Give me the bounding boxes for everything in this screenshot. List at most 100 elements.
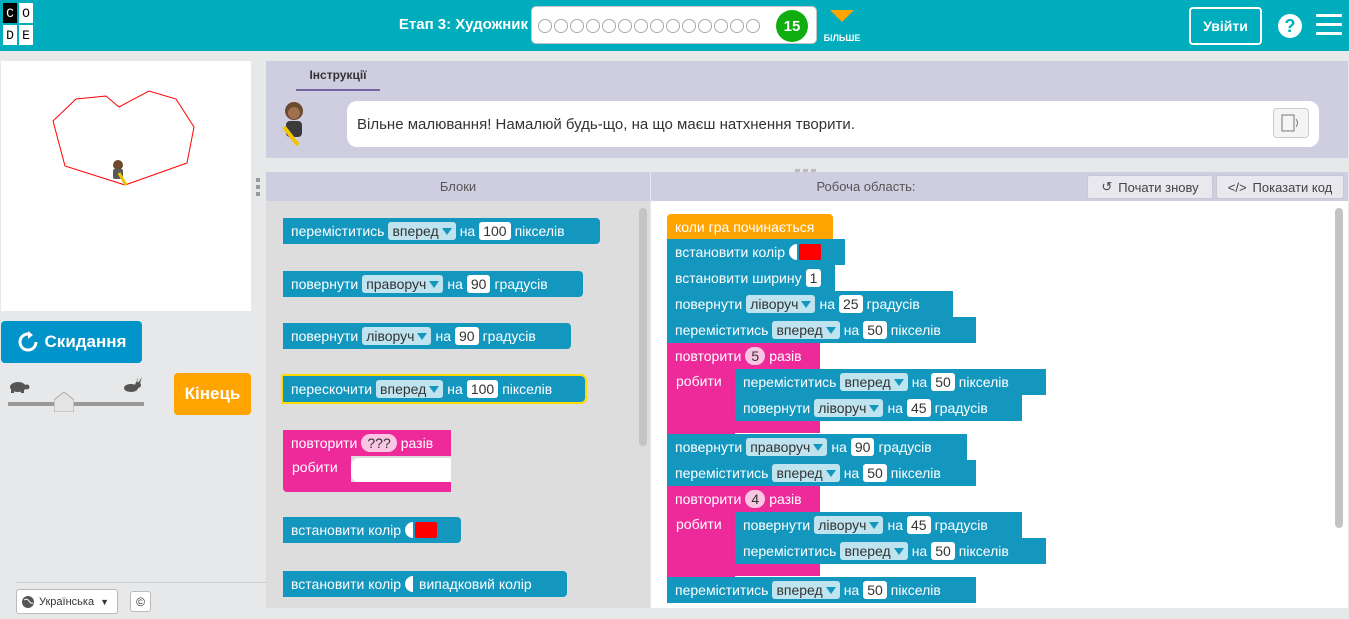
repeat-header[interactable]: повторити ??? разів <box>283 430 451 456</box>
level-dot[interactable] <box>650 19 664 33</box>
restart-button[interactable]: ↺ Почати знову <box>1087 175 1213 199</box>
color-swatch[interactable] <box>799 244 822 260</box>
show-code-button[interactable]: </> Показати код <box>1216 175 1344 199</box>
direction-dropdown[interactable]: вперед <box>388 222 456 240</box>
move-block[interactable]: переміститись вперед на 50 пікселів <box>667 577 976 603</box>
distance-field[interactable]: 100 <box>466 380 499 398</box>
direction-dropdown[interactable]: вперед <box>376 380 444 398</box>
level-progress-bar: 15 <box>531 6 817 44</box>
toolbox-set-random-color-block[interactable]: встановити колір випадковий колір <box>283 571 567 597</box>
angle-field[interactable]: 90 <box>455 327 479 345</box>
toolbox-set-color-block[interactable]: встановити колір <box>283 517 461 543</box>
turn-block[interactable]: повернути ліворуч на 25 градусів <box>667 291 953 317</box>
direction-dropdown[interactable]: вперед <box>772 464 840 482</box>
level-dot[interactable] <box>730 19 744 33</box>
distance-field[interactable]: 100 <box>479 222 511 240</box>
speed-slider-track[interactable] <box>8 402 144 406</box>
copyright-button[interactable]: © <box>130 591 151 612</box>
toolbox-jump-block[interactable]: перескочити вперед на 100 пікселів <box>281 374 587 404</box>
distance-field[interactable]: 50 <box>863 464 887 482</box>
direction-dropdown[interactable]: вперед <box>772 581 840 599</box>
block-text: градусів <box>878 439 932 455</box>
logo-letter: D <box>3 25 17 45</box>
repeat-count-field[interactable]: ??? <box>361 434 397 452</box>
level-dot[interactable] <box>586 19 600 33</box>
distance-field[interactable]: 50 <box>863 581 887 599</box>
block-text: на <box>459 223 476 239</box>
repeat-count-field[interactable]: 5 <box>745 347 766 365</box>
panel-resize-grip[interactable] <box>256 176 260 196</box>
turn-block[interactable]: повернути ліворуч на 45 градусів <box>735 512 1022 538</box>
turn-block[interactable]: повернути ліворуч на 45 градусів <box>735 395 1022 421</box>
block-text: на <box>887 400 903 416</box>
level-dot[interactable] <box>538 19 552 33</box>
finish-button[interactable]: Кінець <box>174 373 251 415</box>
logo-spacer <box>35 25 49 45</box>
level-dot[interactable] <box>634 19 648 33</box>
speed-slider-thumb[interactable] <box>53 391 75 413</box>
toolbox-move-block[interactable]: переміститись вперед на 100 пікселів <box>283 218 600 244</box>
toolbox-turn-right-block[interactable]: повернути праворуч на 90 градусів <box>283 271 583 297</box>
direction-dropdown[interactable]: ліворуч <box>362 327 432 345</box>
angle-field[interactable]: 90 <box>466 275 491 293</box>
level-dot[interactable] <box>554 19 568 33</box>
block-text: на <box>831 439 847 455</box>
direction-dropdown[interactable]: вперед <box>840 373 908 391</box>
level-dot[interactable] <box>602 19 616 33</box>
repeat-header[interactable]: повторити 4 разів <box>667 486 820 512</box>
direction-dropdown[interactable]: ліворуч <box>814 516 884 534</box>
level-dot[interactable] <box>570 19 584 33</box>
angle-field[interactable]: 45 <box>907 516 931 534</box>
code-org-logo[interactable]: C O D E <box>3 3 49 47</box>
turn-block[interactable]: повернути праворуч на 90 градусів <box>667 434 967 460</box>
set-width-block[interactable]: встановити ширину 1 <box>667 265 835 291</box>
angle-field[interactable]: 90 <box>850 438 875 456</box>
direction-dropdown[interactable]: вперед <box>840 542 908 560</box>
resize-handle[interactable] <box>795 161 817 173</box>
language-select[interactable]: Українська ▼ <box>16 589 118 614</box>
direction-dropdown[interactable]: праворуч <box>746 438 828 456</box>
distance-field[interactable]: 50 <box>931 542 955 560</box>
text-to-speech-button[interactable] <box>1273 108 1309 138</box>
block-text: перескочити <box>291 381 373 397</box>
hamburger-menu-icon[interactable] <box>1316 14 1342 36</box>
angle-field[interactable]: 25 <box>839 295 863 313</box>
move-block[interactable]: переміститись вперед на 50 пікселів <box>667 460 976 486</box>
when-run-block[interactable]: коли гра починається <box>667 214 833 240</box>
more-label[interactable]: БІЛЬШЕ <box>818 33 866 43</box>
level-dot[interactable] <box>746 19 760 33</box>
direction-dropdown[interactable]: ліворуч <box>814 399 884 417</box>
level-dot[interactable] <box>682 19 696 33</box>
reset-label: Скидання <box>44 332 127 351</box>
move-block[interactable]: переміститись вперед на 50 пікселів <box>735 369 1046 395</box>
more-arrow-icon[interactable] <box>830 10 854 22</box>
current-level-bubble[interactable]: 15 <box>776 10 808 42</box>
direction-dropdown[interactable]: праворуч <box>362 275 444 293</box>
level-dot[interactable] <box>698 19 712 33</box>
level-dot[interactable] <box>666 19 680 33</box>
width-field[interactable]: 1 <box>805 269 822 287</box>
help-icon[interactable]: ? <box>1278 14 1302 38</box>
level-dot[interactable] <box>714 19 728 33</box>
tab-instructions[interactable]: Інструкції <box>296 61 380 91</box>
level-dot[interactable] <box>618 19 632 33</box>
repeat-count-field[interactable]: 4 <box>745 490 766 508</box>
distance-field[interactable]: 50 <box>863 321 887 339</box>
signin-button[interactable]: Увійти <box>1189 7 1262 45</box>
workspace-scrollbar[interactable] <box>1335 208 1343 528</box>
toolbox-turn-left-block[interactable]: повернути ліворуч на 90 градусів <box>283 323 571 349</box>
set-color-block[interactable]: встановити колір <box>667 239 845 265</box>
toolbox-scrollbar[interactable] <box>639 208 647 446</box>
logo-spacer <box>35 3 49 23</box>
color-swatch[interactable] <box>415 522 438 538</box>
direction-dropdown[interactable]: вперед <box>772 321 840 339</box>
distance-field[interactable]: 50 <box>931 373 955 391</box>
angle-field[interactable]: 45 <box>907 399 931 417</box>
direction-dropdown[interactable]: ліворуч <box>746 295 816 313</box>
move-block[interactable]: переміститись вперед на 50 пікселів <box>667 317 976 343</box>
repeat-header[interactable]: повторити 5 разів <box>667 343 820 369</box>
block-text: на <box>819 296 835 312</box>
reset-button[interactable]: Скидання <box>1 321 142 363</box>
repeat-do-label: робити <box>676 373 722 389</box>
move-block[interactable]: переміститись вперед на 50 пікселів <box>735 538 1046 564</box>
